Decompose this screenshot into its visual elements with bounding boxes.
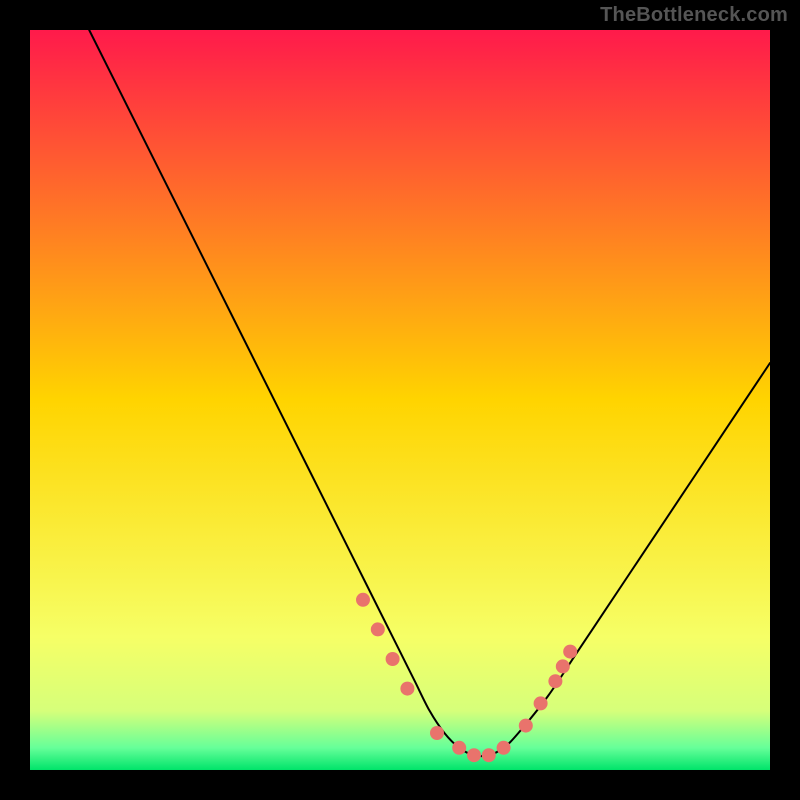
watermark-label: TheBottleneck.com: [600, 4, 788, 27]
highlight-dot: [482, 748, 496, 762]
highlight-dot: [400, 682, 414, 696]
chart-svg: [30, 30, 770, 770]
highlight-dot: [386, 652, 400, 666]
highlight-dot: [556, 659, 570, 673]
highlight-dot: [519, 719, 533, 733]
highlight-dot: [467, 748, 481, 762]
highlight-dot: [497, 741, 511, 755]
highlight-dot: [563, 645, 577, 659]
highlight-dot: [534, 696, 548, 710]
highlight-dot: [548, 674, 562, 688]
chart-background: [30, 30, 770, 770]
highlight-dot: [430, 726, 444, 740]
highlight-dot: [371, 622, 385, 636]
chart-frame: TheBottleneck.com: [0, 0, 800, 800]
chart-plot: [30, 30, 770, 770]
highlight-dot: [356, 593, 370, 607]
highlight-dot: [452, 741, 466, 755]
